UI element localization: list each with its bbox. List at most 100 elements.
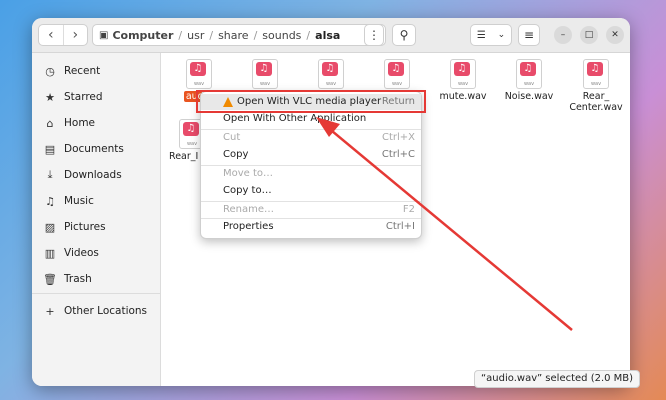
star-icon: ★ xyxy=(45,90,55,104)
menu-item-cut[interactable]: Cut Ctrl+X xyxy=(201,130,421,146)
menu-item-copy-to[interactable]: Copy to… xyxy=(201,183,421,199)
audio-file-icon: ♫ wav xyxy=(252,59,278,89)
hamburger-icon: ≡ xyxy=(523,28,535,42)
sidebar-divider xyxy=(32,293,160,294)
search-button[interactable]: ⚲ xyxy=(392,24,416,46)
plus-icon: + xyxy=(45,304,55,318)
menu-item-label: Properties xyxy=(223,221,274,232)
menu-item-rename[interactable]: Rename… F2 xyxy=(201,202,421,218)
audio-file-icon: ♫ wav xyxy=(384,59,410,89)
back-icon[interactable]: ‹ xyxy=(39,25,64,45)
sidebar-item-label: Other Locations xyxy=(64,305,148,317)
forward-icon[interactable]: › xyxy=(64,25,88,45)
menu-item-shortcut: Ctrl+I xyxy=(385,221,415,232)
breadcrumb-separator: / xyxy=(253,28,258,42)
menu-item-label: Cut xyxy=(223,132,241,143)
file-label: Rear_ Center.wav xyxy=(569,91,623,113)
document-icon: ▤ xyxy=(44,142,56,156)
sidebar-item-starred[interactable]: ★ Starred xyxy=(42,88,103,106)
audio-file-icon: ♫ wav xyxy=(450,59,476,89)
sidebar-item-documents[interactable]: ▤ Documents xyxy=(42,140,124,158)
file-mute-wav[interactable]: ♫ wav mute.wav xyxy=(435,59,491,102)
menu-item-label: Copy xyxy=(223,149,249,160)
chevron-down-icon[interactable]: ⌄ xyxy=(498,30,506,40)
breadcrumb-sounds[interactable]: sounds xyxy=(262,29,301,42)
sidebar-item-videos[interactable]: ▥ Videos xyxy=(42,244,99,262)
main-menu-button[interactable]: ≡ xyxy=(518,24,540,46)
breadcrumb[interactable]: ▣ Computer / usr / share / sounds / alsa xyxy=(92,24,386,46)
view-toggle[interactable]: ☰ ⌄ xyxy=(470,24,512,46)
file-label: Noise.wav xyxy=(504,91,554,102)
menu-item-move-to[interactable]: Move to… xyxy=(201,166,421,182)
menu-item-label: Open With Other Application xyxy=(223,113,367,124)
sidebar-item-pictures[interactable]: ▨ Pictures xyxy=(42,218,106,236)
video-icon: ▥ xyxy=(44,246,56,260)
sidebar-item-label: Videos xyxy=(64,247,99,259)
sidebar: ◷ Recent ★ Starred ⌂ Home ▤ Documents ⤓ Downl… xyxy=(32,53,161,386)
sidebar-item-trash[interactable]: 🗑 Trash xyxy=(42,270,92,288)
audio-file-icon: ♫ wav xyxy=(583,59,609,89)
menu-item-label: Move to… xyxy=(223,168,274,179)
download-icon: ⤓ xyxy=(47,168,53,181)
audio-file-icon: ♫ wav xyxy=(186,59,212,89)
picture-icon: ▨ xyxy=(44,220,56,234)
close-icon: ✕ xyxy=(611,30,619,40)
music-icon: ♫ xyxy=(45,194,55,208)
maximize-button[interactable]: □ xyxy=(580,26,598,44)
menu-item-copy[interactable]: Copy Ctrl+C xyxy=(201,147,421,163)
breadcrumb-alsa[interactable]: alsa xyxy=(315,29,340,42)
audio-file-icon: ♫ wav xyxy=(318,59,344,89)
status-bar: “audio.wav” selected (2.0 MB) xyxy=(474,370,641,388)
sidebar-item-label: Pictures xyxy=(64,221,106,233)
close-button[interactable]: ✕ xyxy=(606,26,624,44)
file-rear-center-wav[interactable]: ♫ wav Rear_ Center.wav xyxy=(567,59,625,113)
breadcrumb-separator: / xyxy=(209,28,214,42)
menu-item-shortcut: Ctrl+X xyxy=(381,132,415,143)
menu-item-shortcut: F2 xyxy=(402,204,415,215)
sidebar-item-recent[interactable]: ◷ Recent xyxy=(42,62,100,80)
sidebar-item-label: Downloads xyxy=(64,169,122,181)
sidebar-item-home[interactable]: ⌂ Home xyxy=(42,114,96,132)
menu-item-properties[interactable]: Properties Ctrl+I xyxy=(201,219,421,235)
minimize-icon: – xyxy=(560,30,566,40)
home-icon: ⌂ xyxy=(46,116,54,130)
menu-item-label: Rename… xyxy=(223,204,275,215)
menu-item-label: Copy to… xyxy=(223,185,272,196)
file-label: mute.wav xyxy=(439,91,487,102)
audio-file-icon: ♫ wav xyxy=(516,59,542,89)
sidebar-item-downloads[interactable]: ⤓ Downloads xyxy=(42,166,122,184)
sidebar-item-other-locations[interactable]: + Other Locations xyxy=(42,302,147,320)
breadcrumb-computer[interactable]: Computer xyxy=(112,29,173,42)
kebab-icon: ⋮ xyxy=(368,28,380,42)
sidebar-item-label: Home xyxy=(64,117,96,129)
menu-item-open-with-vlc[interactable]: Open With VLC media player Return xyxy=(201,94,421,110)
breadcrumb-separator: / xyxy=(306,28,311,42)
sidebar-item-music[interactable]: ♫ Music xyxy=(42,192,94,210)
sidebar-item-label: Trash xyxy=(64,273,92,285)
drive-icon: ▣ xyxy=(99,29,109,41)
menu-item-shortcut: Ctrl+C xyxy=(381,149,415,160)
breadcrumb-separator: / xyxy=(178,28,183,42)
file-item[interactable]: ♫ wav xyxy=(237,59,293,91)
sidebar-item-label: Music xyxy=(64,195,94,207)
breadcrumb-usr[interactable]: usr xyxy=(187,29,204,42)
sidebar-item-label: Recent xyxy=(64,65,101,77)
breadcrumb-share[interactable]: share xyxy=(218,29,249,42)
path-menu-button[interactable]: ⋮ xyxy=(364,24,384,46)
headerbar: ‹ › ▣ Computer / usr / share / sounds / … xyxy=(32,18,630,53)
sidebar-item-label: Documents xyxy=(64,143,124,155)
menu-item-open-with-other[interactable]: Open With Other Application xyxy=(201,111,421,127)
file-noise-wav[interactable]: ♫ wav Noise.wav xyxy=(501,59,557,102)
clock-icon: ◷ xyxy=(45,64,55,78)
nav-buttons: ‹ › xyxy=(38,24,88,46)
vlc-icon xyxy=(223,97,233,107)
menu-item-shortcut: Return xyxy=(381,96,415,107)
trash-icon: 🗑 xyxy=(43,272,57,286)
list-view-icon[interactable]: ☰ xyxy=(477,30,486,41)
maximize-icon: □ xyxy=(584,30,594,40)
menu-item-label: Open With VLC media player xyxy=(237,96,382,107)
minimize-button[interactable]: – xyxy=(554,26,572,44)
sidebar-item-label: Starred xyxy=(64,91,103,103)
file-item[interactable]: ♫ wav xyxy=(369,59,425,91)
file-item[interactable]: ♫ wav xyxy=(303,59,359,91)
